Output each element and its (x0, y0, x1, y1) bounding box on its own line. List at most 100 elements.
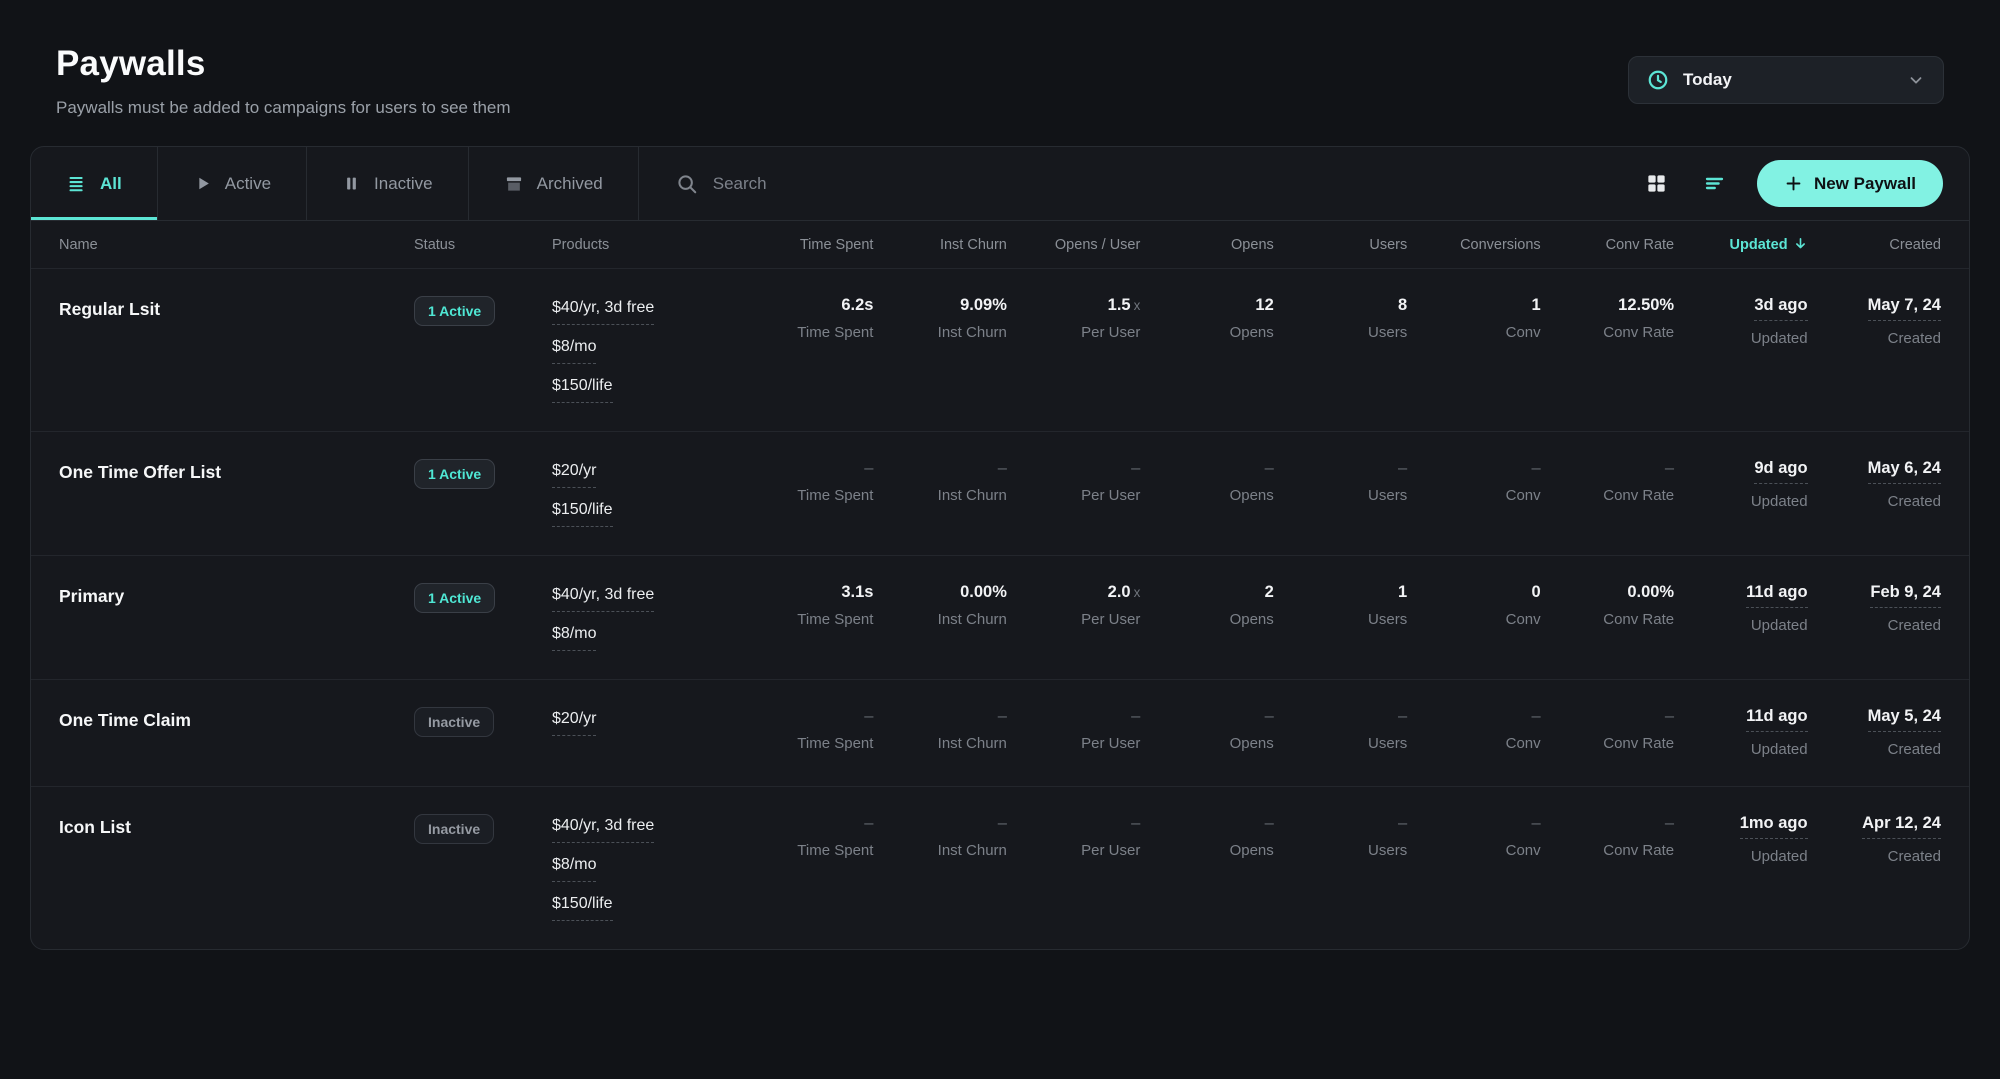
metric-label: Created (1818, 330, 1941, 347)
table-body: Regular Lsit 1 Active $40/yr, 3d free $8/mo… (31, 269, 1969, 949)
metric-conv-rate: –Conv Rate (1551, 707, 1674, 758)
metric-value: 1.5x (1017, 296, 1140, 315)
grid-view-button[interactable] (1641, 168, 1672, 199)
metric-created: May 6, 24Created (1818, 459, 1941, 527)
metric-label: Users (1284, 487, 1407, 504)
search-icon (676, 173, 698, 195)
metric-created: Apr 12, 24Created (1818, 814, 1941, 921)
metric-value: – (1417, 459, 1540, 478)
tab-all[interactable]: All (31, 147, 158, 220)
column-header-label: Conv Rate (1606, 237, 1675, 253)
metric-value: 12 (1150, 296, 1273, 315)
column-header-users[interactable]: Users (1284, 237, 1407, 253)
metric-label: Conv (1417, 324, 1540, 341)
metric-label: Time Spent (750, 611, 873, 628)
metric-value: 11d ago (1684, 707, 1807, 732)
column-header-name[interactable]: Name (59, 237, 404, 253)
column-header-opens-user[interactable]: Opens / User (1017, 237, 1140, 253)
metric-label: Users (1284, 842, 1407, 859)
table-row[interactable]: Regular Lsit1 Active$40/yr, 3d free$8/mo… (31, 269, 1969, 432)
table-row[interactable]: Icon ListInactive$40/yr, 3d free$8/mo$15… (31, 787, 1969, 949)
metric-opens: –Opens (1150, 814, 1273, 921)
product-item[interactable]: $20/yr (552, 462, 596, 488)
table-row[interactable]: Primary1 Active$40/yr, 3d free$8/mo3.1sT… (31, 556, 1969, 680)
column-header-label: Created (1889, 237, 1941, 253)
metric-label: Users (1284, 735, 1407, 752)
grid-view-icon (1645, 172, 1668, 195)
metric-label: Conv (1417, 611, 1540, 628)
metric-updated: 11d agoUpdated (1684, 707, 1807, 758)
column-header-updated[interactable]: Updated (1684, 236, 1807, 253)
date-filter-dropdown[interactable]: Today (1628, 56, 1944, 104)
product-item[interactable]: $8/mo (552, 338, 596, 364)
metric-value: – (1551, 814, 1674, 833)
product-item[interactable]: $40/yr, 3d free (552, 299, 654, 325)
column-header-products[interactable]: Products (552, 237, 740, 253)
product-item[interactable]: $8/mo (552, 625, 596, 651)
metric-label: Updated (1684, 330, 1807, 347)
metric-per-user: –Per User (1017, 814, 1140, 921)
archive-icon (504, 174, 524, 194)
paywalls-card: All Active Inactive Archived (30, 146, 1970, 950)
metric-value: 3d ago (1684, 296, 1807, 321)
metric-created: May 7, 24 Created (1818, 296, 1941, 403)
metric-value: Feb 9, 24 (1818, 583, 1941, 608)
metric-value: – (1017, 814, 1140, 833)
product-item[interactable]: $150/life (552, 501, 613, 527)
metric-updated: 1mo agoUpdated (1684, 814, 1807, 921)
search-input[interactable] (713, 174, 1641, 194)
metric-label: Inst Churn (883, 611, 1006, 628)
product-item[interactable]: $40/yr, 3d free (552, 817, 654, 843)
metric-users: –Users (1284, 707, 1407, 758)
metric-value: – (1150, 707, 1273, 726)
metric-value: – (750, 459, 873, 478)
column-header-conversions[interactable]: Conversions (1417, 237, 1540, 253)
metric-value: 9.09% (883, 296, 1006, 315)
column-header-time-spent[interactable]: Time Spent (750, 237, 873, 253)
column-header-opens[interactable]: Opens (1150, 237, 1273, 253)
paywall-name: Regular Lsit (59, 296, 404, 403)
table-row[interactable]: One Time Offer List1 Active$20/yr$150/li… (31, 432, 1969, 556)
table-row[interactable]: One Time ClaimInactive$20/yr–Time Spent–… (31, 680, 1969, 787)
metric-users: –Users (1284, 814, 1407, 921)
tab-label: Active (225, 174, 271, 194)
metric-value: 0 (1417, 583, 1540, 602)
metric-value: – (1017, 707, 1140, 726)
column-header-label: Products (552, 237, 609, 253)
metric-label: Time Spent (750, 842, 873, 859)
date-filter-label: Today (1683, 70, 1732, 90)
tab-active[interactable]: Active (158, 147, 307, 220)
column-header-status[interactable]: Status (414, 237, 542, 253)
product-item[interactable]: $150/life (552, 895, 613, 921)
status-badge: Inactive (414, 707, 494, 737)
metric-label: Opens (1150, 487, 1273, 504)
column-header-inst-churn[interactable]: Inst Churn (883, 237, 1006, 253)
metric-label: Opens (1150, 324, 1273, 341)
product-item[interactable]: $20/yr (552, 710, 596, 736)
products-cell: $40/yr, 3d free $8/mo $150/life (552, 296, 740, 403)
list-view-button[interactable] (1698, 168, 1731, 199)
products-cell: $40/yr, 3d free $8/mo (552, 583, 740, 651)
status-badge: 1 Active (414, 459, 495, 489)
product-item[interactable]: $40/yr, 3d free (552, 586, 654, 612)
tab-label: Inactive (374, 174, 433, 194)
metric-suffix: x (1134, 298, 1141, 313)
metric-value: May 7, 24 (1818, 296, 1941, 321)
tab-archived[interactable]: Archived (469, 147, 639, 220)
product-item[interactable]: $8/mo (552, 856, 596, 882)
column-header-created[interactable]: Created (1818, 237, 1941, 253)
metric-label: Created (1818, 848, 1941, 865)
metric-conv: 0 Conv (1417, 583, 1540, 651)
metric-label: Per User (1017, 324, 1140, 341)
status-badge: Inactive (414, 814, 494, 844)
product-item[interactable]: $150/life (552, 377, 613, 403)
metric-label: Users (1284, 611, 1407, 628)
column-header-conv-rate[interactable]: Conv Rate (1551, 237, 1674, 253)
metric-opens: –Opens (1150, 707, 1273, 758)
metric-label: Conv Rate (1551, 611, 1674, 628)
new-paywall-button[interactable]: New Paywall (1757, 160, 1943, 207)
column-header-label: Status (414, 237, 455, 253)
tab-inactive[interactable]: Inactive (307, 147, 469, 220)
metric-users: 8Users (1284, 296, 1407, 403)
metric-label: Time Spent (750, 735, 873, 752)
